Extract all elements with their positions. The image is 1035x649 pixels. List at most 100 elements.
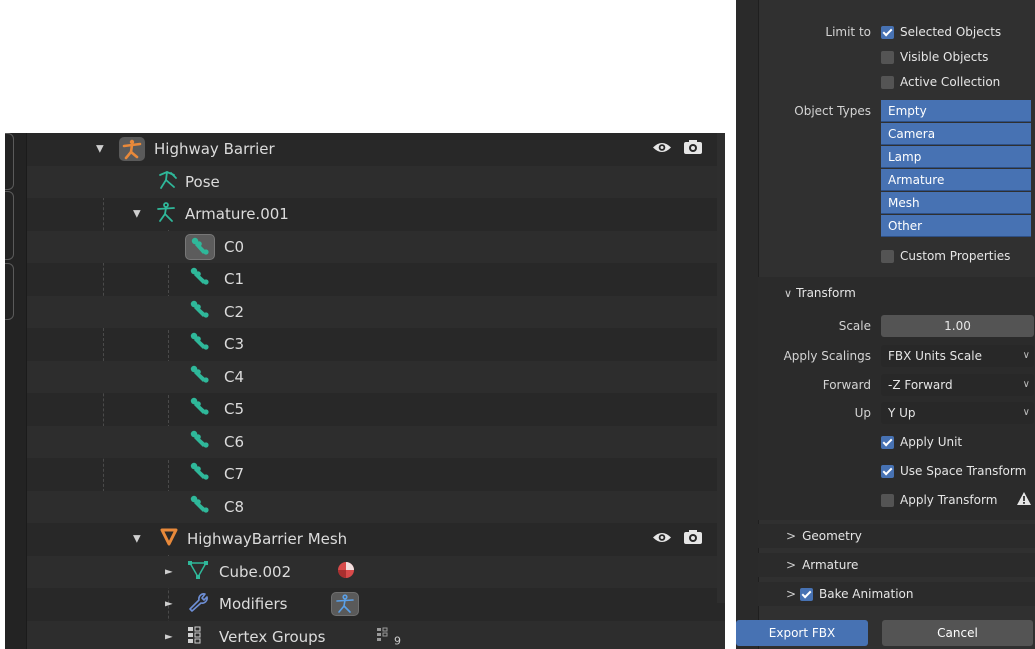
material-icon[interactable] [336,560,356,584]
bone-icon [188,299,212,325]
expand-triangle-icon[interactable]: ▼ [133,534,141,545]
transform-header[interactable]: ∨ Transform [784,286,856,300]
tree-row-highway-barrier[interactable]: ▼ Highway Barrier [27,133,725,166]
tree-row-pose[interactable]: Pose [27,165,725,198]
bone-icon [188,461,212,487]
chevron-right-icon: > [786,587,797,601]
object-types-label: Object Types [794,104,871,118]
bake-animation-label: Bake Animation [819,587,914,601]
object-type-lamp[interactable]: Lamp [881,146,1031,168]
expand-triangle-icon[interactable]: ► [165,566,173,577]
armature-data-icon [155,201,177,227]
armature-header[interactable]: > Armature [786,558,858,572]
selected-objects-checkbox[interactable] [881,26,894,39]
expand-triangle-icon[interactable]: ▼ [96,144,104,155]
expand-triangle-icon[interactable]: ► [165,631,173,642]
use-space-transform-label: Use Space Transform [900,464,1027,478]
gutter-bracket [5,133,14,190]
visible-objects-checkbox[interactable] [881,51,894,64]
scale-field[interactable]: 1.00 [881,315,1034,337]
tree-row-bone[interactable]: C0 [27,230,725,263]
transform-section [758,277,1035,520]
tree-row-bone[interactable]: C7 [27,458,725,491]
eye-icon[interactable] [652,140,672,159]
pose-label: Pose [185,172,220,191]
bone-label: C4 [224,367,245,386]
bone-label: C1 [224,270,245,289]
forward-dropdown[interactable]: -Z Forward ∨ [881,374,1034,396]
chevron-right-icon: > [786,558,797,572]
armature-label: Armature.001 [185,205,289,224]
mesh-data-label: Cube.002 [219,562,292,581]
vertex-groups-count-icon [376,627,394,647]
bone-icon [188,364,212,390]
object-type-mesh[interactable]: Mesh [881,192,1031,214]
tree-row-bone[interactable]: C6 [27,425,725,458]
bake-animation-header[interactable]: > [786,587,796,601]
geometry-header-label: Geometry [802,529,862,543]
apply-scalings-value: FBX Units Scale [888,349,982,363]
armature-object-icon [119,137,145,162]
active-collection-label: Active Collection [900,75,1001,89]
cancel-button[interactable]: Cancel [882,620,1033,646]
bone-label: C3 [224,335,245,354]
up-dropdown[interactable]: Y Up ∨ [881,402,1034,424]
tree-row-bone[interactable]: C4 [27,360,725,393]
export-fbx-button[interactable]: Export FBX [736,620,868,646]
use-space-transform-checkbox[interactable] [881,465,894,478]
wrench-icon [187,592,209,616]
chevron-right-icon: > [786,529,797,543]
chevron-down-icon: ∨ [1022,350,1030,361]
custom-properties-checkbox[interactable] [881,250,894,263]
tree-row-bone[interactable]: C8 [27,490,725,523]
apply-transform-checkbox[interactable] [881,494,894,507]
tree-row-bone[interactable]: C1 [27,263,725,296]
bone-icon [188,429,212,455]
modifiers-label: Modifiers [219,595,288,614]
bone-icon [188,331,212,357]
camera-render-icon[interactable] [683,139,703,159]
armature-modifier-icon[interactable] [331,592,359,617]
tree-row-mesh-data[interactable]: ► Cube.002 [27,555,725,588]
bone-label: C0 [224,237,245,256]
panel-gutter [736,0,759,649]
mesh-object-label: HighwayBarrier Mesh [187,530,348,549]
object-type-other[interactable]: Other [881,215,1031,237]
expand-triangle-icon[interactable]: ► [165,599,173,610]
warning-icon [1016,491,1032,509]
armature-header-label: Armature [802,558,859,572]
active-collection-checkbox[interactable] [881,76,894,89]
tree-row-modifiers[interactable]: ► Modifiers [27,588,725,621]
outliner-scrollbar[interactable] [717,133,725,603]
eye-icon[interactable] [652,530,672,549]
tree-row-bone[interactable]: C3 [27,328,725,361]
bone-icon [188,494,212,520]
bone-icon [188,396,212,422]
apply-scalings-dropdown[interactable]: FBX Units Scale ∨ [881,345,1034,367]
camera-render-icon[interactable] [683,529,703,549]
vertex-groups-label: Vertex Groups [219,627,326,646]
object-type-camera[interactable]: Camera [881,123,1031,145]
expand-triangle-icon[interactable]: ▼ [133,209,141,220]
selected-objects-label: Selected Objects [900,25,1002,39]
object-type-armature[interactable]: Armature [881,169,1031,191]
bone-label: C5 [224,400,245,419]
object-type-empty[interactable]: Empty [881,100,1031,122]
tree-row-bone[interactable]: C2 [27,295,725,328]
tree-row-vertex-groups[interactable]: ► Vertex Groups 9 [27,620,725,649]
bake-animation-checkbox[interactable] [800,588,813,601]
up-label: Up [854,406,871,420]
forward-label: Forward [822,378,871,392]
chevron-down-icon: ∨ [1022,379,1030,390]
tree-row-bone[interactable]: C5 [27,393,725,426]
tree-row-armature[interactable]: ▼ Armature.001 [27,198,725,231]
transform-header-label: Transform [796,286,856,300]
visible-objects-label: Visible Objects [900,50,989,64]
bone-label: C2 [224,302,245,321]
vertex-groups-icon [187,626,207,648]
geometry-header[interactable]: > Geometry [786,529,862,543]
scale-label: Scale [838,319,871,333]
forward-value: -Z Forward [888,378,953,392]
tree-row-mesh-object[interactable]: ▼ HighwayBarrier Mesh [27,523,725,556]
apply-unit-checkbox[interactable] [881,436,894,449]
